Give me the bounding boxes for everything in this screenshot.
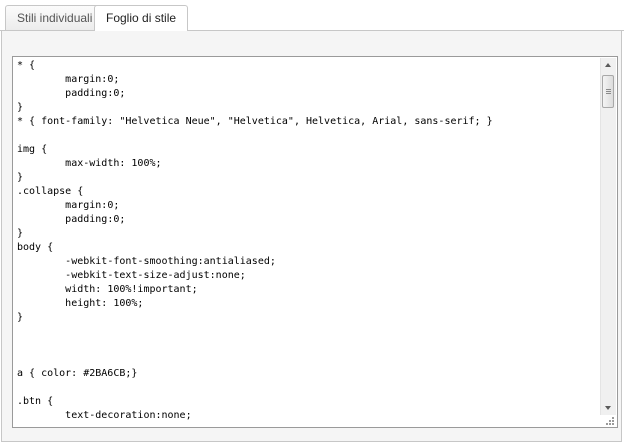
- thumb-grip-line: [606, 89, 611, 90]
- scroll-up-button[interactable]: [601, 58, 616, 73]
- scroll-thumb[interactable]: [602, 75, 614, 108]
- arrow-down-icon: [605, 406, 611, 410]
- stylesheet-editor[interactable]: * { margin:0; padding:0; } * { font-fami…: [12, 56, 618, 428]
- thumb-grip-line: [606, 93, 611, 94]
- stylesheet-textarea[interactable]: * { margin:0; padding:0; } * { font-fami…: [17, 59, 599, 425]
- thumb-grip-line: [606, 91, 611, 92]
- scroll-down-button[interactable]: [601, 400, 616, 415]
- arrow-up-icon: [605, 63, 611, 67]
- tab-individual-styles[interactable]: Stili individuali: [5, 5, 105, 30]
- tab-stylesheet[interactable]: Foglio di stile: [94, 5, 189, 31]
- resize-grip-icon[interactable]: [605, 416, 615, 426]
- tab-bar: Stili individuali Foglio di stile: [0, 0, 624, 31]
- vertical-scrollbar[interactable]: [600, 58, 616, 415]
